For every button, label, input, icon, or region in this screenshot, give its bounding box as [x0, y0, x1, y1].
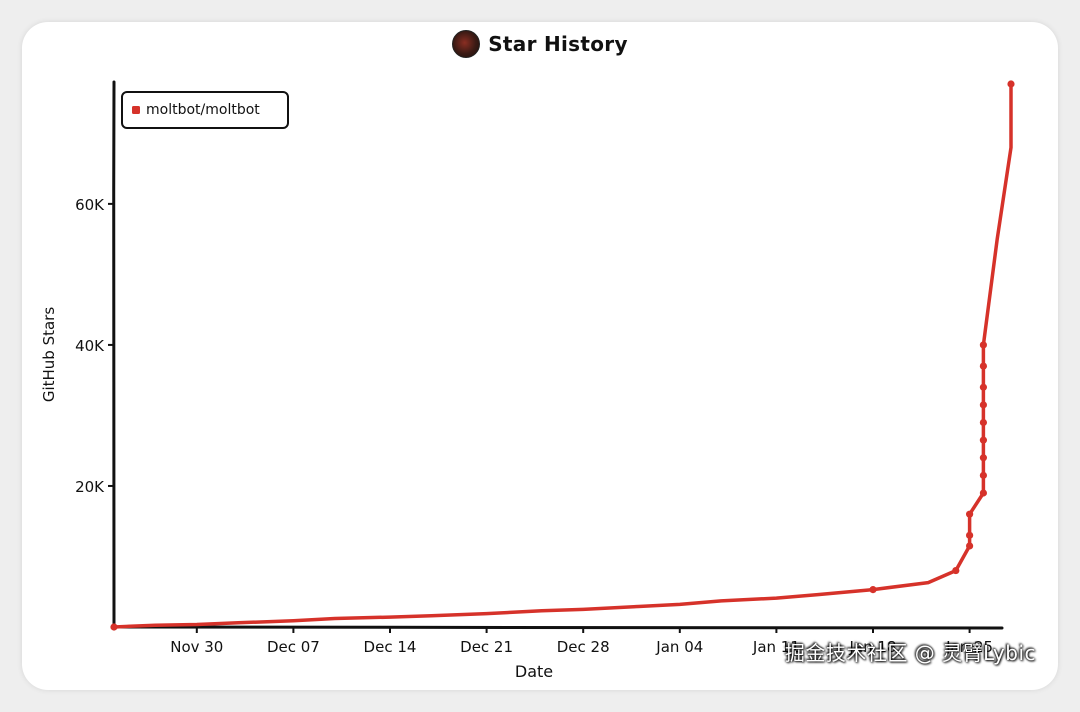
- watermark-text: 掘金技术社区 @ 灵臂Lybic: [784, 641, 1036, 665]
- y-tick-label: 40K: [75, 337, 105, 355]
- legend: moltbot/moltbot: [121, 91, 289, 129]
- data-point: [979, 383, 988, 391]
- data-point: [952, 566, 960, 575]
- x-tick-label: Jan 04: [655, 638, 703, 656]
- data-point: [979, 362, 988, 370]
- y-axis-label: GitHub Stars: [40, 307, 58, 403]
- data-point: [979, 471, 988, 479]
- x-tick-label: Dec 21: [460, 638, 513, 656]
- x-tick-label: Dec 07: [267, 638, 320, 656]
- y-tick-label: 60K: [75, 196, 105, 214]
- y-axis-line: [112, 80, 116, 631]
- data-point: [869, 586, 877, 594]
- x-tick-label: Dec 14: [364, 638, 417, 656]
- data-point: [966, 531, 974, 539]
- legend-label: moltbot/moltbot: [146, 102, 260, 118]
- data-point: [110, 623, 118, 631]
- y-tick-label: 20K: [75, 478, 105, 496]
- x-tick-label: Dec 28: [557, 638, 610, 656]
- data-point: [979, 489, 988, 497]
- x-axis-label: Date: [515, 662, 553, 681]
- data-point: [966, 542, 974, 550]
- data-point: [979, 436, 988, 444]
- chart-card: Star History Nov 30 Dec 07 Dec 14 Dec 21 Dec…: [22, 22, 1058, 690]
- data-point: [979, 341, 988, 349]
- series-line-moltbot: [112, 82, 1013, 629]
- legend-swatch: [132, 106, 140, 114]
- data-point: [1007, 80, 1015, 88]
- data-point: [979, 418, 988, 427]
- x-axis-line: [110, 625, 1004, 630]
- data-point: [966, 510, 974, 518]
- x-tick-label: Nov 30: [170, 638, 223, 656]
- data-point: [979, 401, 988, 409]
- star-history-chart: Nov 30 Dec 07 Dec 14 Dec 21 Dec 28 Jan 04 Jan …: [40, 80, 1015, 681]
- data-point: [979, 454, 988, 462]
